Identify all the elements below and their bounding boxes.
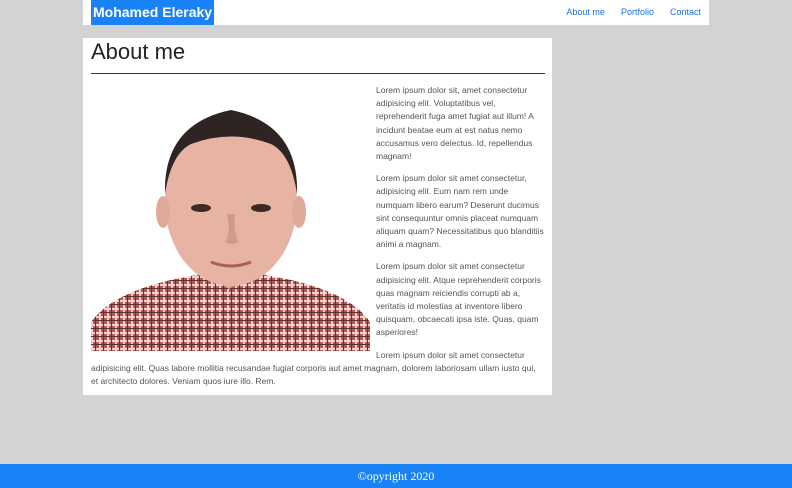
page-title: About me [91,39,186,64]
nav-links: About me Portfolio Contact [558,0,709,25]
divider [91,73,545,74]
nav-link-portfolio[interactable]: Portfolio [613,0,662,25]
profile-photo-image [91,84,370,351]
about-card: About me Lorem ipsum dolor sit, amet con… [83,38,552,395]
paragraph-4: Lorem ipsum dolor sit amet consectetur a… [91,349,536,387]
nav-link-contact[interactable]: Contact [662,0,709,25]
navbar: Mohamed Eleraky About me Portfolio Conta… [83,0,709,25]
profile-photo [91,84,370,351]
copyright-text: ©opyright 2020 [357,468,435,483]
brand-logo[interactable]: Mohamed Eleraky [91,0,215,25]
footer: ©opyright 2020 [0,464,792,488]
nav-link-about[interactable]: About me [558,0,613,25]
about-content: Lorem ipsum dolor sit, amet consectetur … [91,84,545,397]
